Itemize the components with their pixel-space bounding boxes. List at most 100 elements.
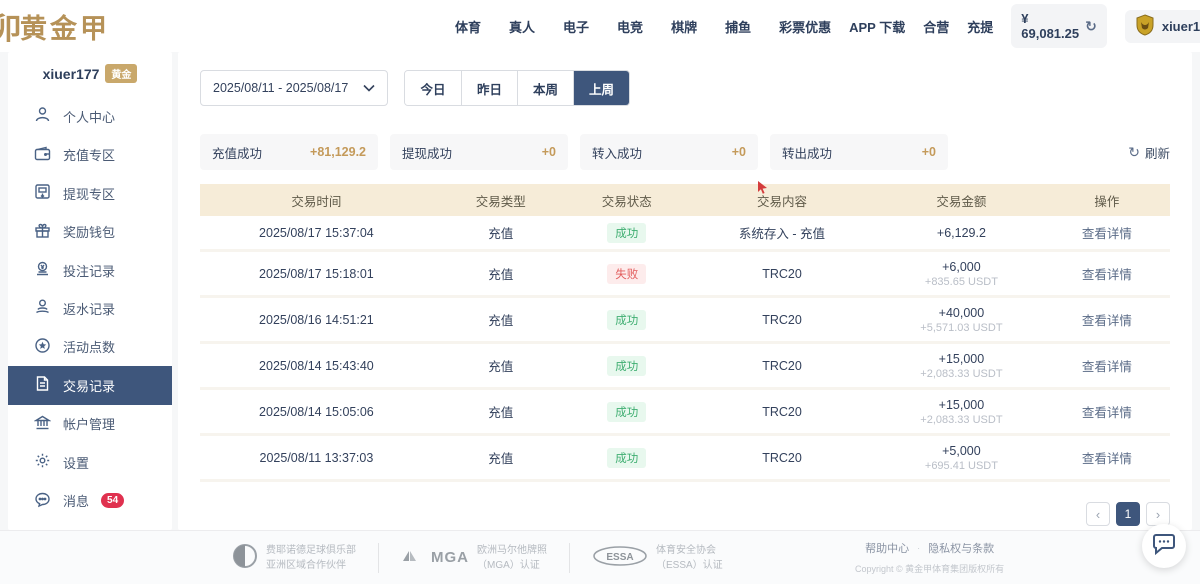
sidebar-item-reward-wallet[interactable]: 奖励钱包 [8,212,172,250]
nav-fishing[interactable]: 捕鱼 [725,17,751,36]
cell-action: 查看详情 [1044,264,1170,283]
sidebar-item-bet-records[interactable]: 投注记录 [8,251,172,289]
next-page-button[interactable]: › [1146,502,1170,526]
date-range-select[interactable]: 2025/08/11 - 2025/08/17 [200,70,388,106]
stat-value: +0 [922,145,936,159]
page-1-button[interactable]: 1 [1116,502,1140,526]
sidebar-item-messages[interactable]: 消息 54 [8,482,172,520]
cell-time: 2025/08/17 15:18:01 [200,267,433,281]
cell-action: 查看详情 [1044,448,1170,467]
date-range-value: 2025/08/11 - 2025/08/17 [213,81,348,95]
view-details-link[interactable]: 查看详情 [1082,314,1132,328]
cell-status: 失败 [569,264,685,284]
chat-bubble-icon [1152,534,1176,559]
privacy-terms-link[interactable]: 隐私权与条款 [928,540,994,556]
tab-this-week[interactable]: 本周 [517,71,573,105]
col-type: 交易类型 [433,191,569,210]
vip-level-badge: 黄金 [105,64,137,83]
main-nav: 体育 真人 电子 电竞 棋牌 捕鱼 彩票 [455,17,805,36]
cell-type: 充值 [433,223,569,242]
sidebar-item-personal-center[interactable]: 个人中心 [8,97,172,135]
tab-yesterday[interactable]: 昨日 [461,71,517,105]
col-amount: 交易金额 [879,191,1044,210]
stat-value: +0 [542,145,556,159]
nav-slots[interactable]: 电子 [563,17,589,36]
stat-label: 提现成功 [402,143,452,162]
refresh-icon: ↻ [1128,144,1140,161]
sidebar-item-account-management[interactable]: 帐户管理 [8,405,172,443]
brand-logo[interactable]: 卯 黄金甲 [0,4,200,48]
customer-service-chat-button[interactable] [1142,524,1186,568]
tab-today[interactable]: 今日 [405,71,461,105]
refresh-button[interactable]: ↻ 刷新 [1128,143,1170,162]
tab-last-week[interactable]: 上周 [573,71,629,105]
sidebar-username: xiuer177 [43,66,100,82]
chevron-down-icon [363,81,375,95]
cell-status: 成功 [569,310,685,330]
sidebar-item-label: 充值专区 [63,145,115,164]
cell-type: 充值 [433,402,569,421]
user-menu[interactable]: xiuer177 [1125,10,1200,43]
stat-value: +0 [732,145,746,159]
status-badge: 成功 [607,448,646,468]
sidebar-item-rebate-records[interactable]: 返水记录 [8,289,172,327]
link-deposit-withdraw[interactable]: 充提 [967,17,993,36]
amount-usdt: +2,083.33 USDT [879,414,1044,426]
header-username: xiuer177 [1162,19,1200,34]
page-body: xiuer177 黄金 个人中心 充值专区 提现专区 奖励钱包 投注记录 返水记… [0,52,1200,530]
balance-display[interactable]: ¥ 69,081.25 ↻ [1011,4,1107,48]
nav-esports[interactable]: 电竞 [617,17,643,36]
cell-status: 成功 [569,448,685,468]
mga-logo-icon [401,546,423,569]
view-details-link[interactable]: 查看详情 [1082,227,1132,241]
col-time: 交易时间 [200,191,433,210]
table-header: 交易时间 交易类型 交易状态 交易内容 交易金额 操作 [200,184,1170,216]
link-promotions[interactable]: 优惠 [805,17,831,36]
gear-icon [34,452,51,472]
sidebar-item-label: 交易记录 [63,376,115,395]
table-row: 2025/08/17 15:18:01 充值 失败 TRC20 +6,000+8… [200,252,1170,298]
cell-content: TRC20 [685,267,879,281]
sidebar-user: xiuer177 黄金 [8,60,172,97]
gift-icon [34,222,51,242]
sidebar-item-settings[interactable]: 设置 [8,443,172,481]
balance-refresh-icon[interactable]: ↻ [1085,18,1097,35]
sidebar-item-activity-points[interactable]: 活动点数 [8,328,172,366]
stat-transfer-in-success: 转入成功 +0 [580,134,758,170]
nav-lottery[interactable]: 彩票 [779,17,805,36]
sidebar-item-deposit[interactable]: 充值专区 [8,135,172,173]
cell-content: TRC20 [685,451,879,465]
cell-action: 查看详情 [1044,356,1170,375]
help-center-link[interactable]: 帮助中心 [865,540,909,556]
view-details-link[interactable]: 查看详情 [1082,406,1132,420]
period-tabs: 今日 昨日 本周 上周 [404,70,630,106]
cell-time: 2025/08/17 15:37:04 [200,226,433,240]
amount-main: +5,000 [879,444,1044,458]
col-content: 交易内容 [685,191,879,210]
nav-sports[interactable]: 体育 [455,17,481,36]
view-details-link[interactable]: 查看详情 [1082,452,1132,466]
amount-main: +6,000 [879,260,1044,274]
partner-logos: 费耶诺德足球俱乐部 亚洲区域合作伙伴 MGA 欧洲马尔他牌照 （MGA）认证 E… [210,543,745,573]
cell-time: 2025/08/16 14:51:21 [200,313,433,327]
footer-links-block: 帮助中心 · 隐私权与条款 Copyright © 黄金甲体育集团版权所有 [855,540,1004,575]
mouse-cursor [757,180,768,197]
prev-page-button[interactable]: ‹ [1086,502,1110,526]
status-badge: 成功 [607,223,646,243]
stat-value: +81,129.2 [310,145,366,159]
sidebar-item-transaction-records[interactable]: 交易记录 [8,366,172,404]
header-right: 优惠 APP 下载 合营 充提 ¥ 69,081.25 ↻ xiuer177 [805,4,1200,48]
amount-main: +15,000 [879,352,1044,366]
rebate-icon [34,298,51,318]
view-details-link[interactable]: 查看详情 [1082,268,1132,282]
sidebar-item-withdraw[interactable]: 提现专区 [8,174,172,212]
user-icon [34,106,51,126]
nav-cards[interactable]: 棋牌 [671,17,697,36]
shield-avatar-icon [1135,14,1155,39]
link-app-download[interactable]: APP 下载 [849,17,905,36]
view-details-link[interactable]: 查看详情 [1082,360,1132,374]
status-badge: 成功 [607,356,646,376]
nav-live[interactable]: 真人 [509,17,535,36]
link-partnership[interactable]: 合营 [923,17,949,36]
essa-logo-icon: ESSA [592,545,648,570]
